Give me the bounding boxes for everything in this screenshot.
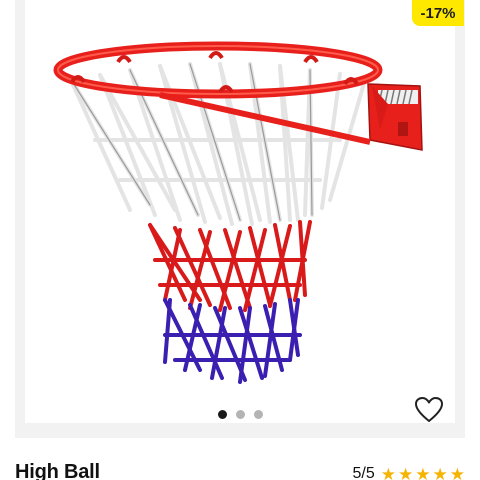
rating[interactable]: 5/5 ★ ★ ★ ★ ★: [353, 465, 466, 480]
star-icon: ★: [380, 464, 396, 480]
hoop-net: [68, 62, 367, 384]
star-icon: ★: [449, 464, 465, 480]
product-info-row: High Ball 5/5 ★ ★ ★ ★ ★: [15, 458, 465, 480]
carousel-dot-1[interactable]: [217, 409, 227, 419]
discount-label: -17%: [420, 4, 456, 22]
star-icon: ★: [415, 464, 431, 480]
brand-name[interactable]: High Ball: [15, 461, 100, 480]
product-image[interactable]: [0, 0, 480, 400]
carousel-dots[interactable]: [0, 408, 480, 420]
carousel-dot-3[interactable]: [253, 409, 263, 419]
product-card[interactable]: -17% High Ball 5/5 ★ ★ ★ ★ ★: [0, 0, 480, 480]
wishlist-button[interactable]: [412, 394, 446, 426]
rating-stars: ★ ★ ★ ★ ★: [381, 466, 465, 480]
hoop-bracket: [367, 83, 423, 151]
star-icon: ★: [398, 464, 414, 480]
heart-outline-icon: [415, 397, 443, 422]
discount-badge: -17%: [412, 0, 464, 26]
star-icon: ★: [432, 464, 448, 480]
carousel-dot-2[interactable]: [235, 409, 245, 419]
rating-text: 5/5: [352, 465, 375, 480]
